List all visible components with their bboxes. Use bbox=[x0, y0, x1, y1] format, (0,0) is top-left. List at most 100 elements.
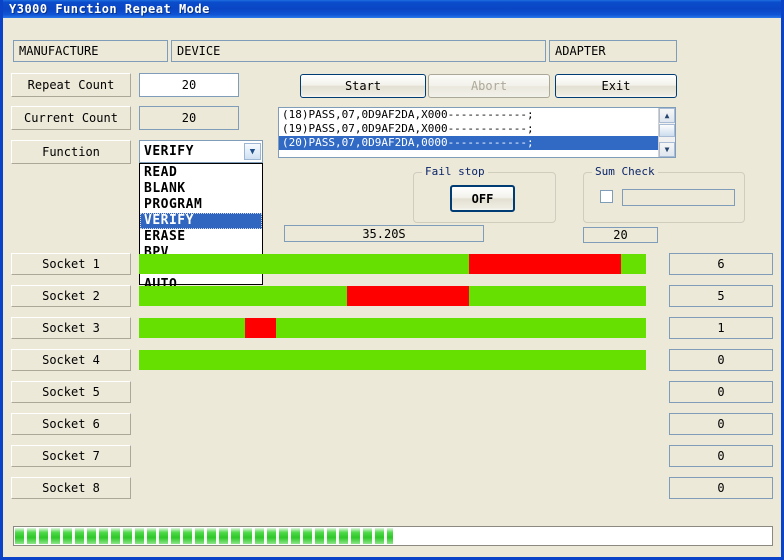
function-option-read[interactable]: READ bbox=[140, 165, 262, 181]
chevron-down-icon[interactable]: ▼ bbox=[244, 143, 261, 160]
socket-bar-segment-green bbox=[275, 318, 646, 338]
socket-bar-segment-green bbox=[468, 286, 646, 306]
sum-check-title: Sum Check bbox=[592, 165, 658, 178]
socket-fail-count-value: 5 bbox=[717, 289, 725, 303]
log-scrollbar[interactable]: ▲ ▼ bbox=[658, 108, 675, 157]
socket-progress-bar-6 bbox=[139, 414, 646, 434]
scroll-up-arrow-icon[interactable]: ▲ bbox=[659, 108, 675, 123]
function-option-blank[interactable]: BLANK bbox=[140, 181, 262, 197]
title-bar: Y3000 Function Repeat Mode bbox=[3, 0, 781, 18]
socket-bar-segment-red bbox=[468, 254, 621, 274]
socket-label-text: Socket 6 bbox=[42, 417, 100, 431]
start-button[interactable]: Start bbox=[300, 74, 426, 98]
sum-check-value-field[interactable] bbox=[622, 189, 735, 206]
socket-progress-bar-1 bbox=[139, 254, 646, 274]
socket-label-8: Socket 8 bbox=[11, 477, 131, 499]
socket-bar-segment-green bbox=[139, 350, 646, 370]
adapter-field[interactable]: ADAPTER bbox=[549, 40, 677, 62]
application-window: Y3000 Function Repeat Mode MANUFACTURE D… bbox=[0, 0, 784, 560]
repeat-count-label-text: Repeat Count bbox=[27, 78, 115, 92]
elapsed-time-value: 35.20S bbox=[362, 226, 406, 241]
fail-stop-toggle-button[interactable]: OFF bbox=[450, 185, 515, 212]
socket-progress-bar-2 bbox=[139, 286, 646, 306]
socket-fail-count-value: 6 bbox=[717, 257, 725, 271]
repeat-count-value: 20 bbox=[181, 78, 197, 92]
exit-button-label: Exit bbox=[601, 79, 631, 93]
overall-progress-bar bbox=[13, 526, 773, 546]
function-option-program[interactable]: PROGRAM bbox=[140, 197, 262, 213]
window-title: Y3000 Function Repeat Mode bbox=[9, 2, 210, 16]
current-count-label-text: Current Count bbox=[24, 111, 118, 125]
pass-counter-display: 20 bbox=[583, 227, 658, 243]
manufacture-field[interactable]: MANUFACTURE bbox=[13, 40, 168, 62]
socket-label-text: Socket 4 bbox=[42, 353, 100, 367]
socket-label-1: Socket 1 bbox=[11, 253, 131, 275]
socket-fail-count-5: 0 bbox=[669, 381, 773, 403]
socket-fail-count-value: 0 bbox=[717, 417, 725, 431]
socket-fail-count-value: 0 bbox=[717, 385, 725, 399]
socket-bar-segment-green bbox=[620, 254, 646, 274]
repeat-count-input[interactable]: 20 bbox=[139, 73, 239, 97]
socket-label-4: Socket 4 bbox=[11, 349, 131, 371]
socket-bar-segment-red bbox=[346, 286, 469, 306]
socket-fail-count-value: 0 bbox=[717, 481, 725, 495]
abort-button: Abort bbox=[428, 74, 550, 98]
sum-check-group: Sum Check bbox=[583, 165, 745, 223]
socket-label-5: Socket 5 bbox=[11, 381, 131, 403]
socket-bar-segment-red bbox=[245, 318, 276, 338]
socket-label-text: Socket 1 bbox=[42, 257, 100, 271]
socket-fail-count-value: 0 bbox=[717, 449, 725, 463]
socket-fail-count-6: 0 bbox=[669, 413, 773, 435]
socket-fail-count-3: 1 bbox=[669, 317, 773, 339]
adapter-value: ADAPTER bbox=[555, 44, 606, 58]
socket-label-6: Socket 6 bbox=[11, 413, 131, 435]
socket-label-text: Socket 5 bbox=[42, 385, 100, 399]
abort-button-label: Abort bbox=[470, 79, 508, 93]
socket-label-text: Socket 3 bbox=[42, 321, 100, 335]
overall-progress-fill bbox=[15, 528, 393, 544]
sum-check-checkbox[interactable] bbox=[600, 190, 613, 203]
socket-fail-count-4: 0 bbox=[669, 349, 773, 371]
result-log-listbox[interactable]: (18)PASS,07,0D9AF2DA,X000------------; (1… bbox=[278, 107, 676, 158]
pass-counter-value: 20 bbox=[613, 228, 628, 242]
socket-fail-count-7: 0 bbox=[669, 445, 773, 467]
progress-gloss bbox=[15, 528, 393, 544]
function-combobox[interactable]: VERIFY ▼ bbox=[139, 140, 263, 163]
repeat-count-label: Repeat Count bbox=[11, 73, 131, 97]
elapsed-time-display: 35.20S bbox=[284, 225, 484, 242]
device-value: DEVICE bbox=[177, 44, 221, 58]
function-option-verify[interactable]: VERIFY bbox=[140, 213, 262, 229]
socket-fail-count-1: 6 bbox=[669, 253, 773, 275]
socket-bar-segment-green bbox=[139, 318, 246, 338]
socket-progress-bar-5 bbox=[139, 382, 646, 402]
result-log-items[interactable]: (18)PASS,07,0D9AF2DA,X000------------; (1… bbox=[279, 108, 658, 157]
socket-fail-count-2: 5 bbox=[669, 285, 773, 307]
socket-bar-segment-green bbox=[139, 254, 469, 274]
socket-fail-count-value: 1 bbox=[717, 321, 725, 335]
manufacture-value: MANUFACTURE bbox=[19, 44, 99, 58]
current-count-display: 20 bbox=[139, 106, 239, 130]
socket-bar-segment-green bbox=[139, 286, 347, 306]
fail-stop-group: Fail stop OFF bbox=[413, 165, 556, 223]
function-option-erase[interactable]: ERASE bbox=[140, 229, 262, 245]
socket-label-7: Socket 7 bbox=[11, 445, 131, 467]
log-line[interactable]: (18)PASS,07,0D9AF2DA,X000------------; bbox=[279, 108, 658, 122]
socket-fail-count-8: 0 bbox=[669, 477, 773, 499]
current-count-label: Current Count bbox=[11, 106, 131, 130]
scrollbar-thumb[interactable] bbox=[659, 124, 675, 137]
scroll-down-arrow-icon[interactable]: ▼ bbox=[659, 142, 675, 157]
fail-stop-title: Fail stop bbox=[422, 165, 488, 178]
socket-label-text: Socket 7 bbox=[42, 449, 100, 463]
fail-stop-button-label: OFF bbox=[471, 191, 494, 206]
socket-label-3: Socket 3 bbox=[11, 317, 131, 339]
socket-progress-bar-8 bbox=[139, 478, 646, 498]
device-field[interactable]: DEVICE bbox=[171, 40, 546, 62]
socket-progress-bar-4 bbox=[139, 350, 646, 370]
exit-button[interactable]: Exit bbox=[555, 74, 677, 98]
socket-progress-bar-7 bbox=[139, 446, 646, 466]
function-label-text: Function bbox=[42, 145, 100, 159]
socket-label-text: Socket 2 bbox=[42, 289, 100, 303]
socket-label-text: Socket 8 bbox=[42, 481, 100, 495]
log-line[interactable]: (20)PASS,07,0D9AF2DA,0000------------; bbox=[279, 136, 658, 150]
log-line[interactable]: (19)PASS,07,0D9AF2DA,X000------------; bbox=[279, 122, 658, 136]
